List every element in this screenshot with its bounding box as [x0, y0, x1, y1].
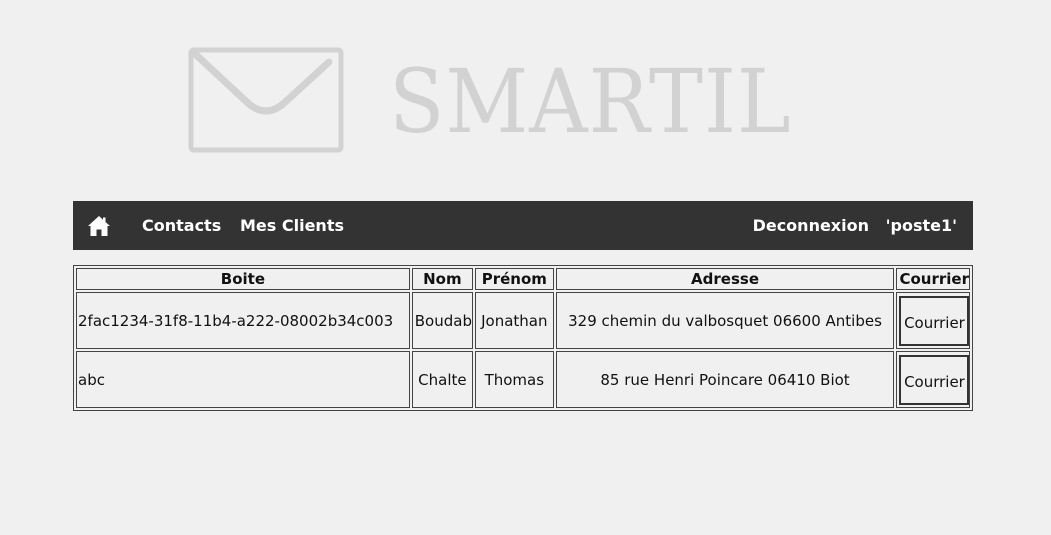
- envelope-icon: [188, 47, 344, 153]
- courrier-button[interactable]: Courrier: [899, 295, 970, 346]
- current-user-link[interactable]: 'poste1': [886, 201, 957, 250]
- logo-banner: SMARTIL: [0, 0, 1051, 200]
- top-navbar: Contacts Mes Clients Deconnexion 'poste1…: [73, 201, 973, 250]
- table-row: abc Chalte Thomas 85 rue Henri Poincare …: [76, 351, 970, 408]
- nav-mes-clients-link[interactable]: Mes Clients: [240, 201, 344, 250]
- cell-adresse: 85 rue Henri Poincare 06410 Biot: [555, 351, 895, 408]
- logout-link[interactable]: Deconnexion: [753, 201, 869, 250]
- header-boite: Boite: [76, 268, 410, 290]
- cell-courrier: Courrier: [896, 351, 970, 408]
- header-courrier: Courrier: [896, 268, 970, 290]
- cell-nom: Boudab: [411, 292, 473, 349]
- header-prenom: Prénom: [475, 268, 554, 290]
- cell-adresse: 329 chemin du valbosquet 06600 Antibes: [555, 292, 895, 349]
- header-nom: Nom: [411, 268, 473, 290]
- cell-boite: abc: [76, 351, 410, 408]
- brand-name: SMARTIL: [389, 50, 792, 153]
- cell-nom: Chalte: [411, 351, 473, 408]
- header-adresse: Adresse: [555, 268, 895, 290]
- cell-courrier: Courrier: [896, 292, 970, 349]
- cell-boite: 2fac1234-31f8-11b4-a222-08002b34c003: [76, 292, 410, 349]
- cell-prenom: Jonathan: [475, 292, 554, 349]
- table-row: 2fac1234-31f8-11b4-a222-08002b34c003 Bou…: [76, 292, 970, 349]
- cell-prenom: Thomas: [475, 351, 554, 408]
- clients-table: Boite Nom Prénom Adresse Courrier 2fac12…: [73, 265, 973, 411]
- table-header-row: Boite Nom Prénom Adresse Courrier: [76, 268, 970, 290]
- nav-contacts-link[interactable]: Contacts: [142, 201, 221, 250]
- clients-table-container: Boite Nom Prénom Adresse Courrier 2fac12…: [73, 265, 973, 411]
- home-icon[interactable]: [87, 215, 111, 237]
- courrier-button[interactable]: Courrier: [899, 354, 970, 405]
